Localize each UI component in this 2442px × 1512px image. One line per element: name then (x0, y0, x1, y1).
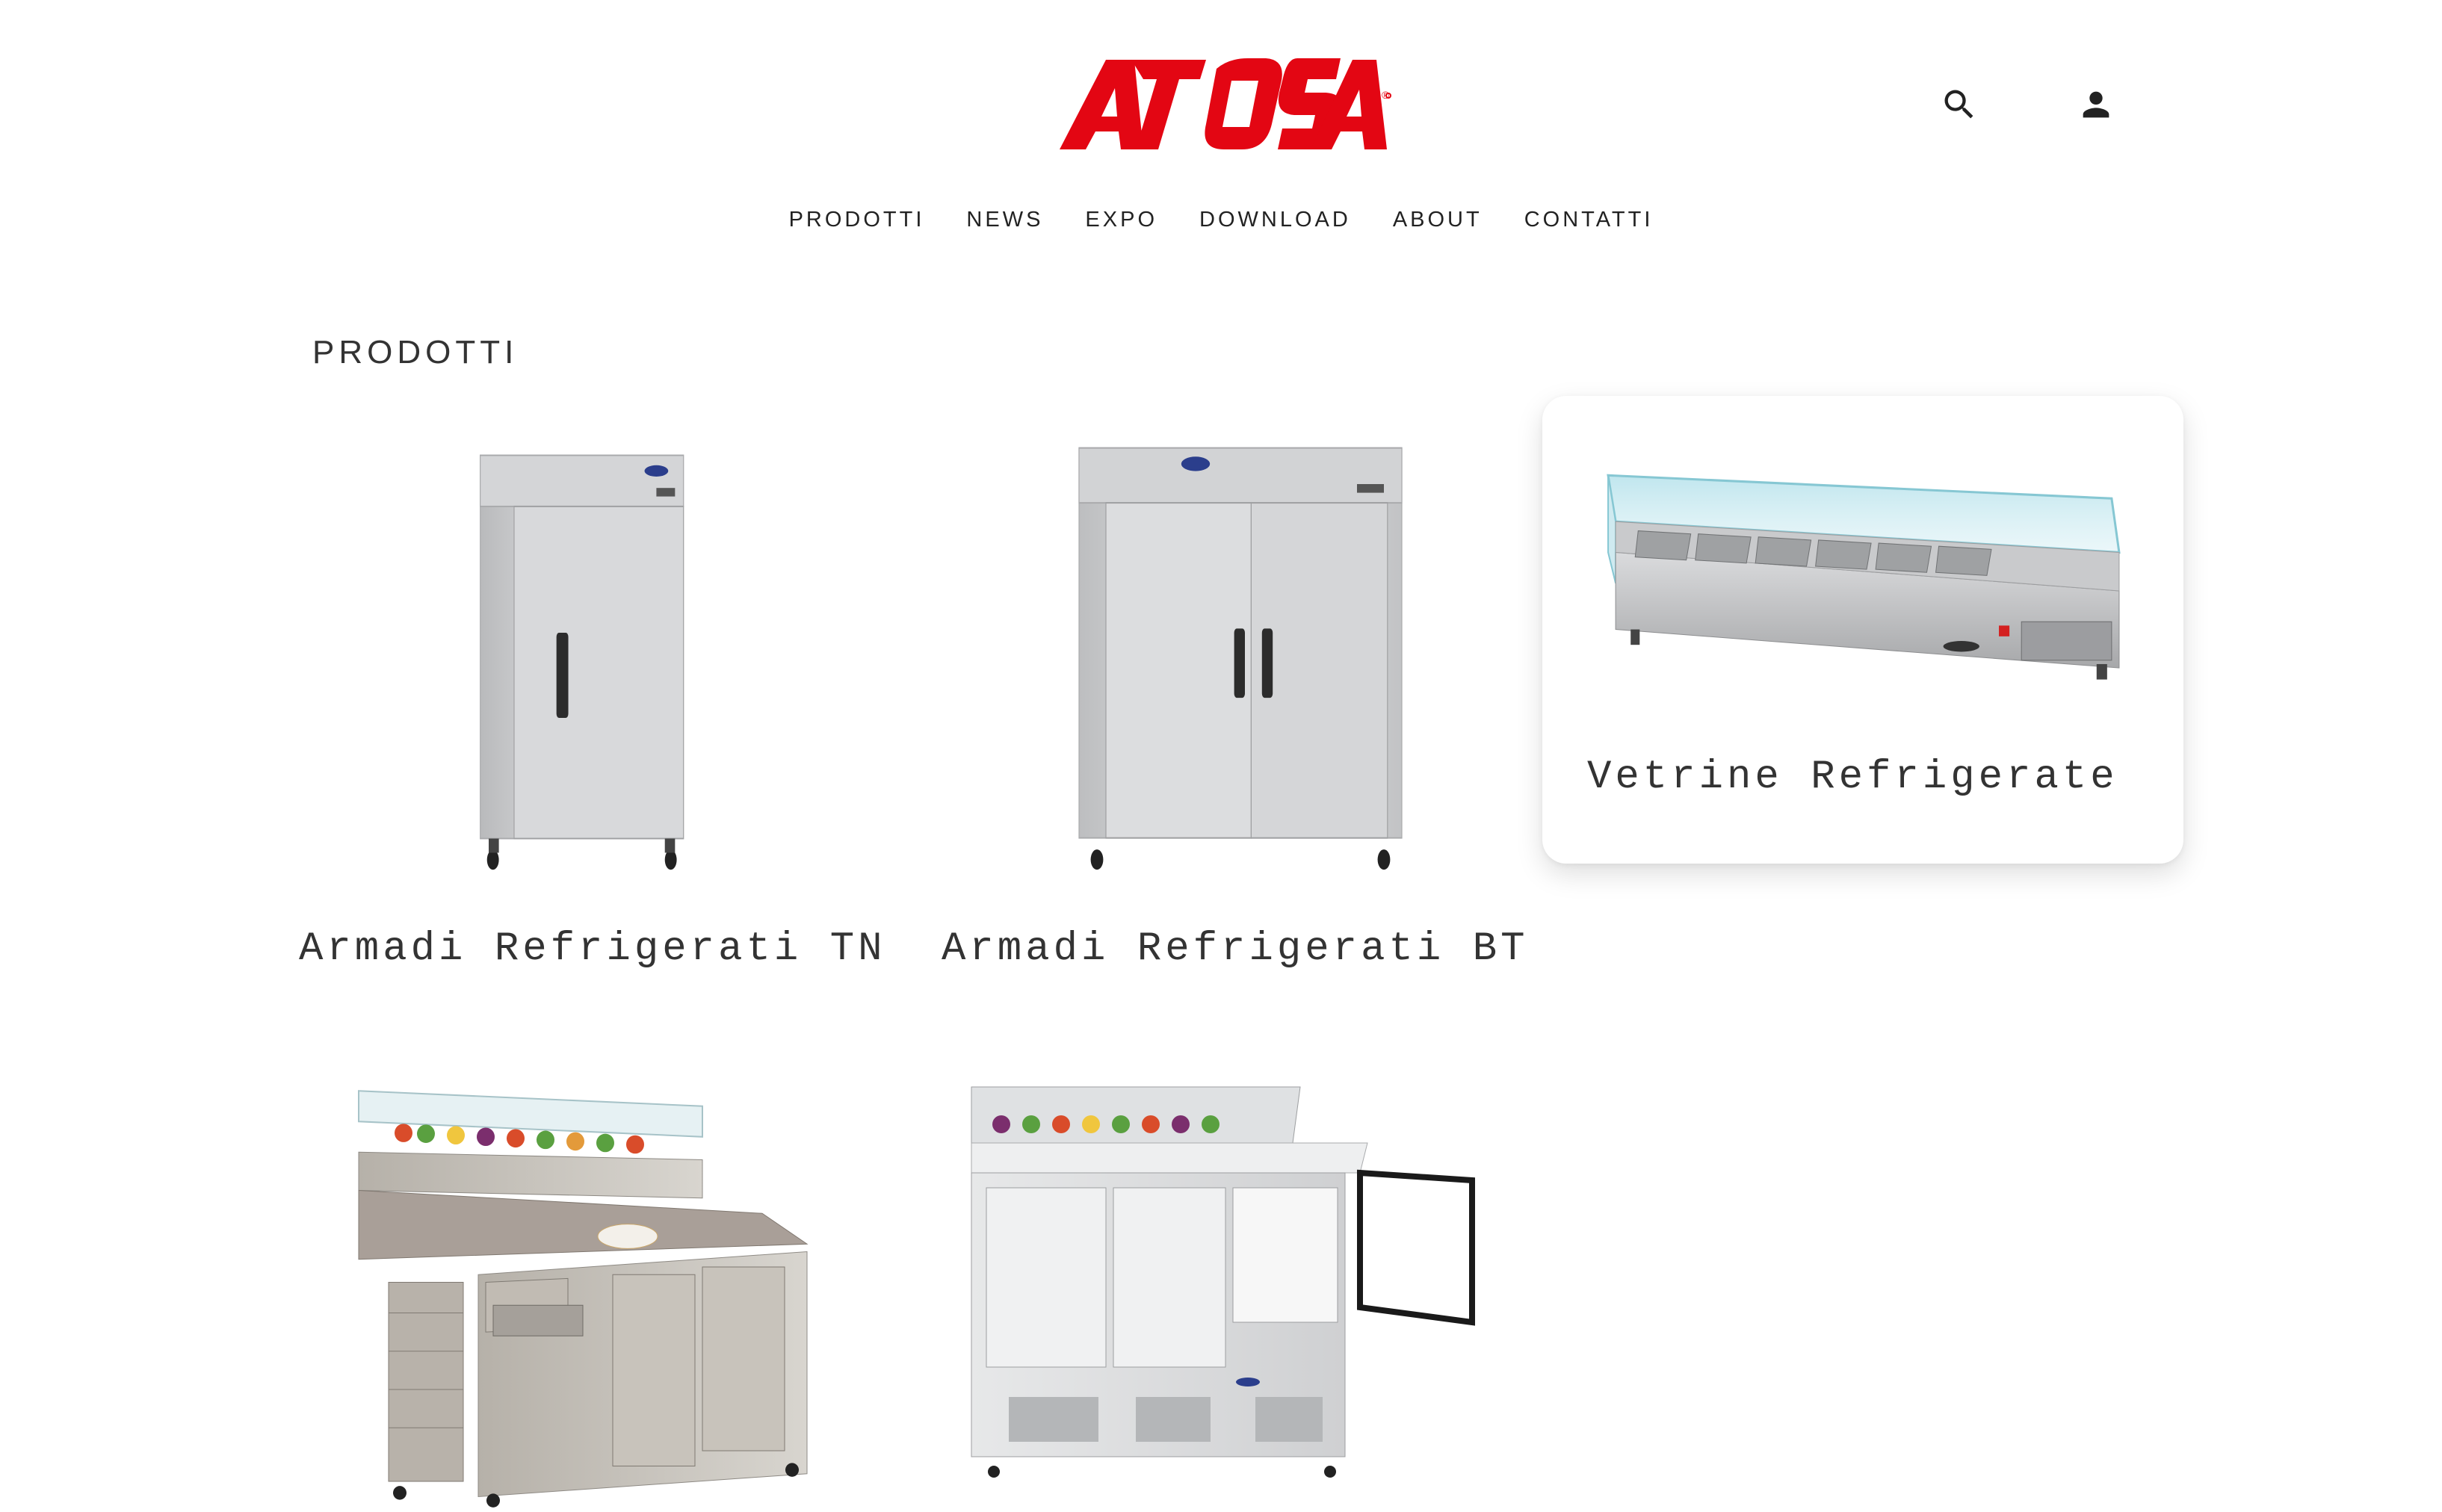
nav-item-prodotti[interactable]: PRODOTTI (768, 205, 946, 235)
refrigerated-display-case-image (1607, 474, 2121, 680)
atosa-logo[interactable]: ® (1060, 54, 1391, 155)
double-door-refrigerator-image (1078, 447, 1403, 870)
product-label: Vetrine Refrigerate (1587, 755, 2118, 800)
account-button[interactable] (2066, 75, 2126, 134)
main-nav: PRODOTTI NEWS EXPO DOWNLOAD ABOUT CONTAT… (0, 205, 2442, 235)
nav-item-download[interactable]: DOWNLOAD (1178, 205, 1372, 235)
pizza-prep-counter-image (358, 1090, 809, 1508)
page-title: PRODOTTI (312, 334, 519, 371)
nav-item-about[interactable]: ABOUT (1372, 205, 1503, 235)
product-card-saladette[interactable] (942, 1061, 1539, 1512)
product-card-armadi-bt[interactable]: Armadi Refrigerati BT (942, 418, 1539, 986)
search-icon (1944, 90, 1973, 119)
atosa-logo-mark: ® (1060, 58, 1391, 149)
product-card-vetrine[interactable]: Vetrine Refrigerate (1542, 396, 2183, 864)
product-label: Armadi Refrigerati TN (299, 926, 886, 972)
product-card-armadi-tn[interactable]: Armadi Refrigerati TN (299, 418, 897, 986)
nav-item-contatti[interactable]: CONTATTI (1503, 205, 1675, 235)
nav-item-expo[interactable]: EXPO (1064, 205, 1178, 235)
nav-item-news[interactable]: NEWS (945, 205, 1064, 235)
person-icon (2083, 91, 2109, 118)
search-button[interactable] (1929, 75, 1989, 134)
saladette-counter-image (971, 1086, 1475, 1478)
registered-mark: ® (1382, 89, 1390, 101)
single-door-refrigerator-image (480, 454, 684, 870)
product-card-pizza-counter[interactable] (299, 1061, 897, 1512)
product-label: Armadi Refrigerati BT (942, 926, 1529, 972)
